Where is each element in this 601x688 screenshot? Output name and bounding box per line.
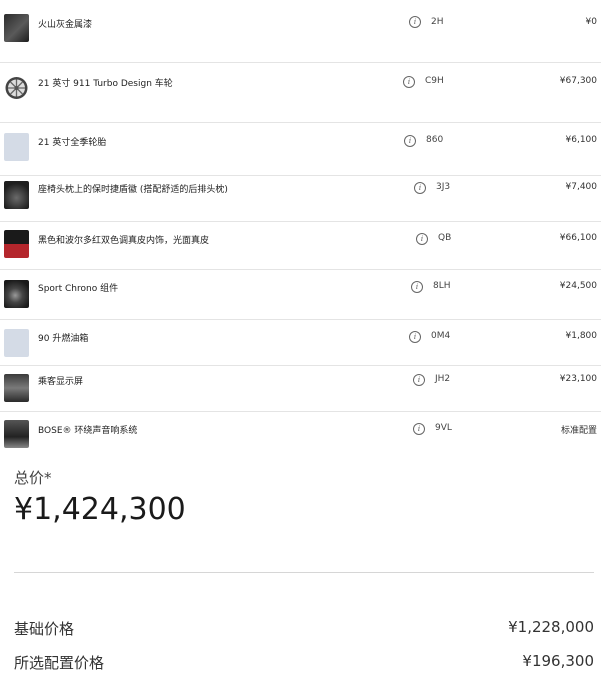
base-price-row: 基础价格 ¥1,228,000 [14,618,594,639]
paint-thumbnail [4,14,29,42]
option-code: 2H [431,17,444,27]
option-row[interactable]: 21 英寸 911 Turbo Design 车轮 i C9H ¥67,300 [0,62,601,123]
base-price-value: ¥1,228,000 [508,618,594,636]
option-name: BOSE® 环绕声音响系统 [38,426,138,436]
info-icon[interactable]: i [411,281,423,293]
speaker-thumbnail [4,420,29,448]
divider [14,572,594,573]
option-price: ¥24,500 [559,281,597,291]
option-name: 21 英寸 911 Turbo Design 车轮 [38,79,173,89]
option-code: QB [438,233,452,243]
info-icon[interactable]: i [403,76,415,88]
option-code: 8LH [433,281,451,291]
option-code: 3J3 [436,182,451,192]
info-icon[interactable]: i [414,182,426,194]
info-icon[interactable]: i [409,331,421,343]
option-name: 黑色和波尔多红双色调真皮内饰，光面真皮 [38,236,210,246]
option-price: ¥23,100 [559,374,597,384]
option-code: 9VL [435,423,452,433]
option-row[interactable]: BOSE® 环绕声音响系统 i 9VL 标准配置 [0,411,601,451]
base-price-label: 基础价格 [14,620,75,638]
option-price: ¥1,800 [565,331,598,341]
option-row[interactable]: 座椅头枕上的保时捷盾徽 (搭配舒适的后排头枕) i 3J3 ¥7,400 [0,175,601,222]
headrest-thumbnail [4,181,29,209]
option-name: 座椅头枕上的保时捷盾徽 (搭配舒适的后排头枕) [38,185,228,195]
option-row[interactable]: 90 升燃油箱 i 0M4 ¥1,800 [0,319,601,366]
info-icon[interactable]: i [416,233,428,245]
option-name: 火山灰金属漆 [38,20,93,30]
option-price: ¥6,100 [565,135,598,145]
option-row[interactable]: 乘客显示屏 i JH2 ¥23,100 [0,365,601,412]
display-thumbnail [4,374,29,402]
option-price: ¥67,300 [559,76,597,86]
option-code: C9H [425,76,444,86]
options-price-label: 所选配置价格 [14,654,105,672]
option-code: 0M4 [431,331,451,341]
placeholder-thumbnail [4,329,29,357]
option-row[interactable]: Sport Chrono 组件 i 8LH ¥24,500 [0,269,601,320]
total-price-label: 总价* [14,469,52,487]
wheel-thumbnail [4,74,29,102]
info-icon[interactable]: i [413,423,425,435]
two-tone-leather-thumbnail [4,230,29,258]
option-row[interactable]: 黑色和波尔多红双色调真皮内饰，光面真皮 i QB ¥66,100 [0,221,601,270]
option-price: ¥66,100 [559,233,597,243]
info-icon[interactable]: i [409,16,421,28]
option-price: ¥0 [585,17,597,27]
option-name: 90 升燃油箱 [38,334,89,344]
option-name: Sport Chrono 组件 [38,284,119,294]
option-code: 860 [426,135,444,145]
options-price-value: ¥196,300 [522,652,594,670]
options-price-row: 所选配置价格 ¥196,300 [14,652,594,673]
option-row[interactable]: 21 英寸全季轮胎 i 860 ¥6,100 [0,122,601,176]
option-name: 21 英寸全季轮胎 [38,138,107,148]
option-price: 标准配置 [560,426,597,436]
total-price-value: ¥1,424,300 [14,492,186,527]
info-icon[interactable]: i [413,374,425,386]
placeholder-thumbnail [4,133,29,161]
chrono-thumbnail [4,280,29,308]
option-row[interactable]: 火山灰金属漆 i 2H ¥0 [0,0,601,63]
option-price: ¥7,400 [565,182,598,192]
info-icon[interactable]: i [404,135,416,147]
option-code: JH2 [435,374,451,384]
option-name: 乘客显示屏 [38,377,84,387]
